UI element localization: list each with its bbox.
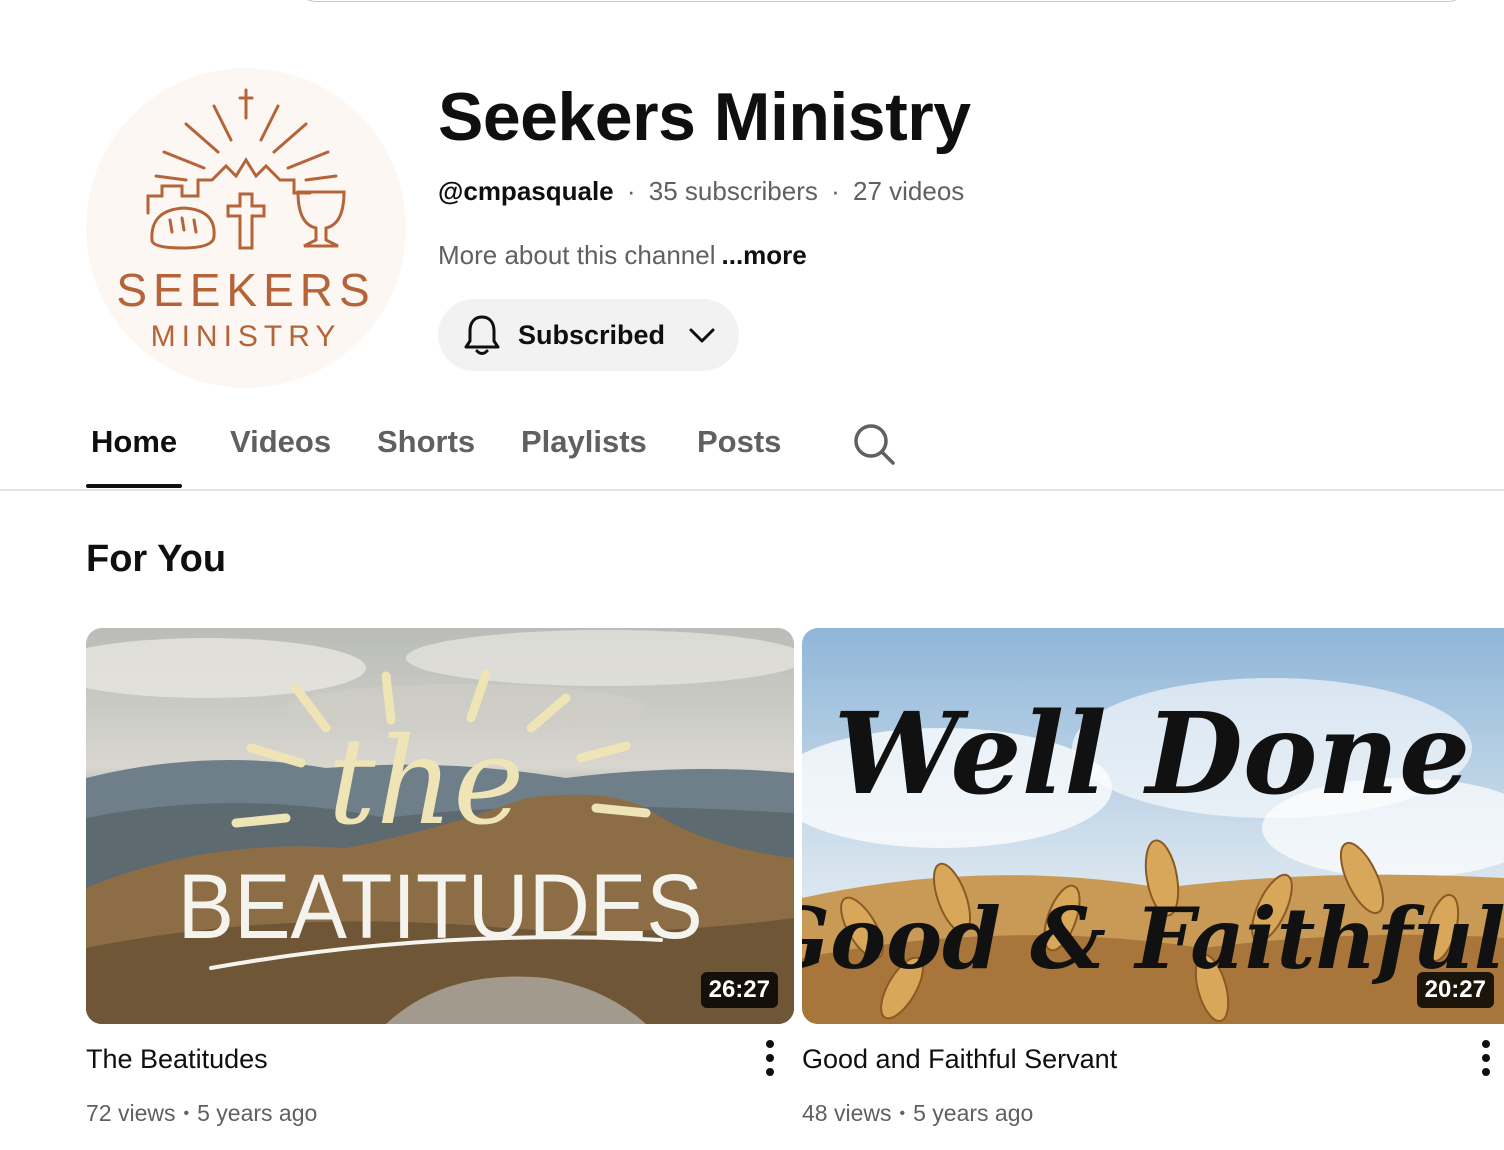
video-duration: 26:27 — [700, 972, 778, 1008]
more-vert-icon[interactable] — [760, 1038, 780, 1078]
channel-tabs: Home Videos Shorts Playlists Posts — [0, 400, 1504, 491]
tab-playlists[interactable]: Playlists — [521, 424, 647, 460]
video-age: 5 years ago — [197, 1100, 318, 1126]
about-text: More about this channel — [438, 240, 716, 270]
tab-home[interactable]: Home — [91, 424, 177, 460]
video-thumbnail[interactable]: the BEATITUDES 26:27 — [86, 628, 794, 1024]
tab-shorts[interactable]: Shorts — [377, 424, 475, 460]
subscribed-button[interactable]: Subscribed — [438, 299, 739, 371]
section-title: For You — [86, 538, 227, 580]
channel-handle: @cmpasquale — [438, 176, 614, 206]
seekers-ministry-logo: SEEKERS MINISTRY — [116, 88, 375, 353]
chevron-down-icon — [689, 328, 715, 343]
channel-meta: @cmpasquale · 35 subscribers · 27 videos — [438, 176, 964, 207]
search-icon[interactable] — [852, 422, 896, 466]
avatar-text-seekers: SEEKERS — [116, 264, 375, 316]
meta-separator: · — [626, 176, 636, 206]
more-vert-icon[interactable] — [1476, 1038, 1496, 1078]
subscriber-count: 35 subscribers — [648, 176, 818, 206]
video-thumbnail[interactable]: Well Done Good & Faithful 20:27 — [802, 628, 1504, 1024]
subscribed-label: Subscribed — [518, 319, 666, 350]
meta-separator: • — [899, 1105, 906, 1122]
tab-posts[interactable]: Posts — [697, 424, 781, 460]
channel-avatar: SEEKERS MINISTRY — [86, 68, 406, 388]
thumb-text-top: the — [328, 713, 525, 852]
avatar-text-ministry: MINISTRY — [151, 320, 342, 353]
more-link[interactable]: ...more — [722, 240, 807, 270]
channel-about[interactable]: More about this channel ...more — [438, 240, 807, 271]
tab-videos[interactable]: Videos — [230, 424, 331, 460]
active-tab-indicator — [86, 484, 182, 488]
well-done-thumbnail-image: Well Done Good & Faithful — [802, 628, 1504, 1024]
video-title[interactable]: Good and Faithful Servant — [802, 1044, 1117, 1075]
meta-separator: • — [183, 1105, 190, 1122]
search-bar-edge[interactable] — [296, 0, 1468, 2]
video-card[interactable]: Well Done Good & Faithful 20:27 Good and… — [802, 628, 1504, 1126]
video-card[interactable]: the BEATITUDES 26:27 The Beatitudes 72 v… — [86, 628, 794, 1126]
video-age: 5 years ago — [913, 1100, 1034, 1126]
thumb-text-bottom: Good & Faithful — [802, 889, 1504, 988]
video-title[interactable]: The Beatitudes — [86, 1044, 268, 1075]
video-count: 27 videos — [853, 176, 965, 206]
video-duration: 20:27 — [1416, 972, 1494, 1008]
beatitudes-thumbnail-image: the BEATITUDES — [86, 628, 794, 1024]
meta-separator: · — [831, 176, 840, 206]
video-views: 48 views — [802, 1100, 892, 1126]
video-meta: 48 views • 5 years ago — [802, 1100, 1033, 1127]
video-meta: 72 views • 5 years ago — [86, 1100, 317, 1127]
video-views: 72 views — [86, 1100, 176, 1126]
thumb-text-top: Well Done — [834, 689, 1471, 820]
bell-icon — [464, 315, 500, 355]
channel-name: Seekers Ministry — [438, 79, 971, 155]
